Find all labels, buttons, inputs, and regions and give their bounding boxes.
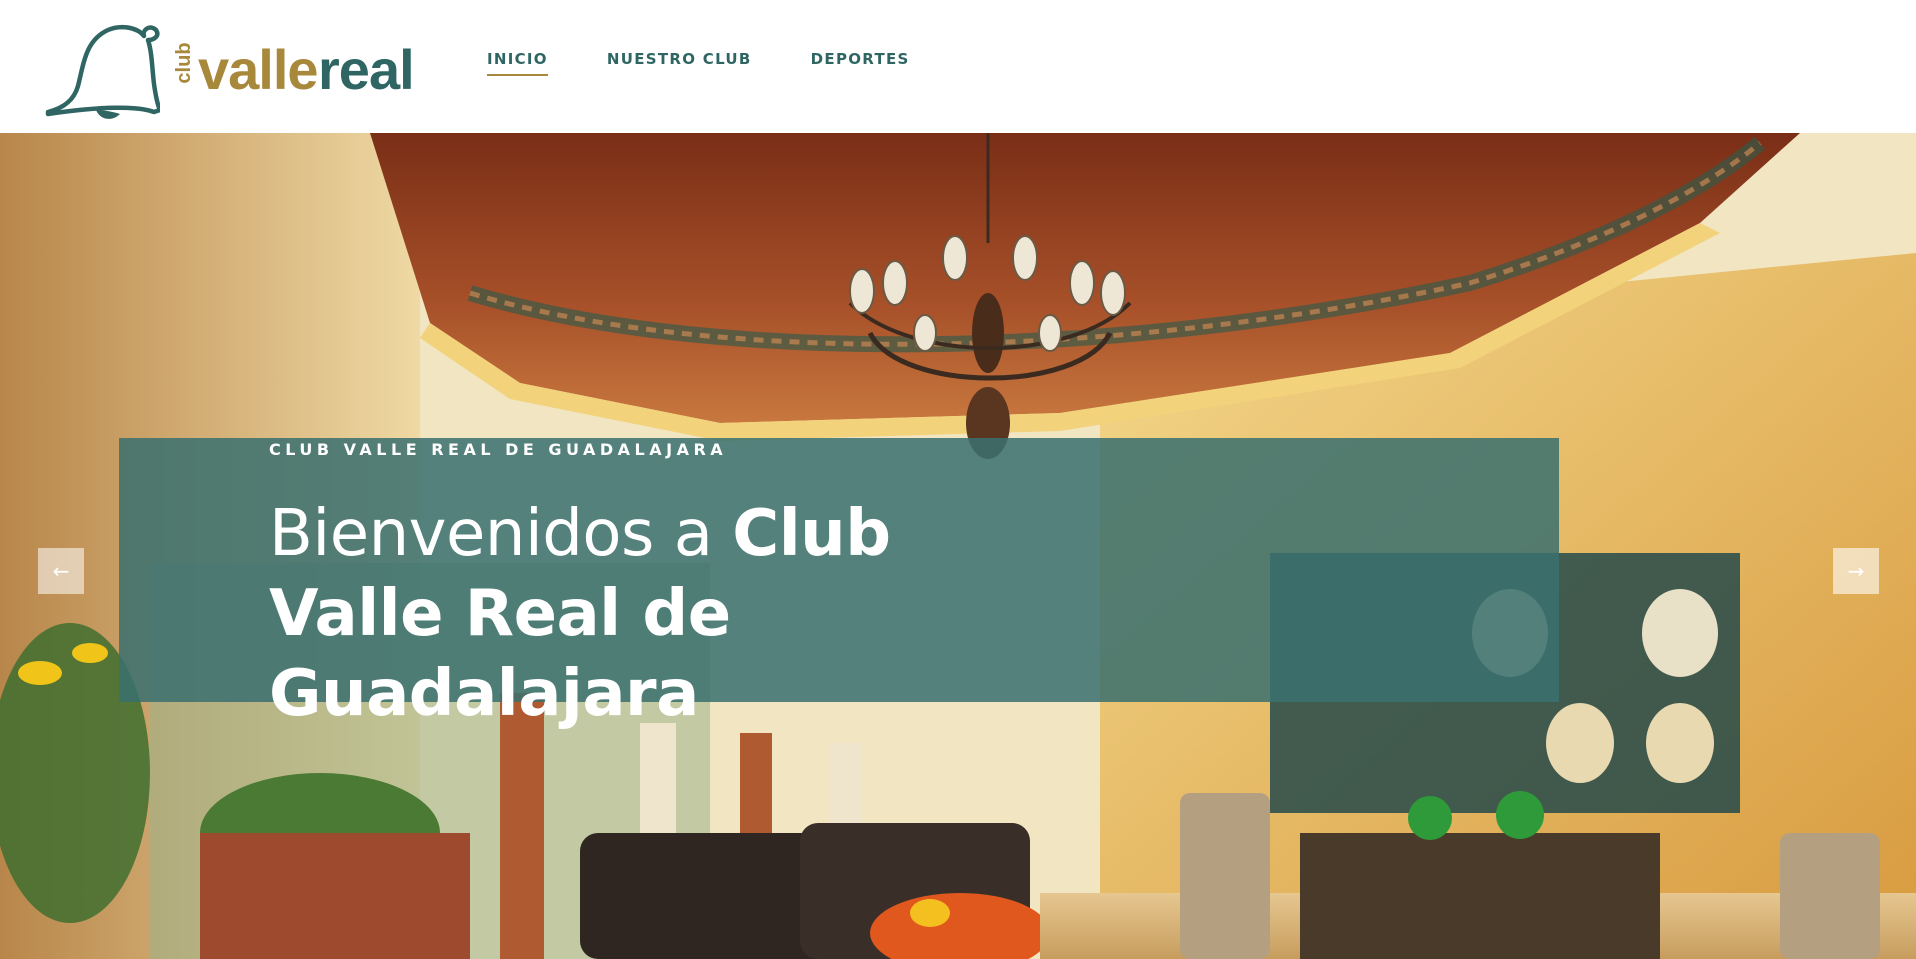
hero-headline: Bienvenidos a Club Valle Real de Guadala…	[269, 494, 1069, 734]
slider-next-button[interactable]: →	[1833, 548, 1879, 594]
logo-valle-text: valle	[198, 38, 319, 101]
nav-item-inicio[interactable]: INICIO	[487, 50, 548, 76]
hero-headline-light: Bienvenidos a	[269, 497, 733, 571]
hero-eyebrow: CLUB VALLE REAL DE GUADALAJARA	[269, 440, 728, 459]
logo-real-text: real	[318, 38, 415, 101]
arrow-right-icon: →	[1847, 559, 1865, 583]
site-header: club valle real INICIO NUESTRO CLUB DEPO…	[0, 0, 1916, 133]
site-logo[interactable]: club valle real	[42, 22, 415, 122]
hero-slider: ← → CLUB VALLE REAL DE GUADALAJARA Bienv…	[0, 133, 1916, 959]
nav-item-nuestro-club[interactable]: NUESTRO CLUB	[607, 50, 752, 76]
arrow-left-icon: ←	[52, 559, 70, 583]
logo-club-text: club	[173, 42, 195, 84]
hero-caption-panel: CLUB VALLE REAL DE GUADALAJARA Bienvenid…	[119, 438, 1559, 731]
main-nav: INICIO NUESTRO CLUB DEPORTES	[487, 50, 969, 76]
bell-logo-icon	[45, 24, 160, 119]
nav-item-deportes[interactable]: DEPORTES	[811, 50, 910, 76]
slider-prev-button[interactable]: ←	[38, 548, 84, 594]
